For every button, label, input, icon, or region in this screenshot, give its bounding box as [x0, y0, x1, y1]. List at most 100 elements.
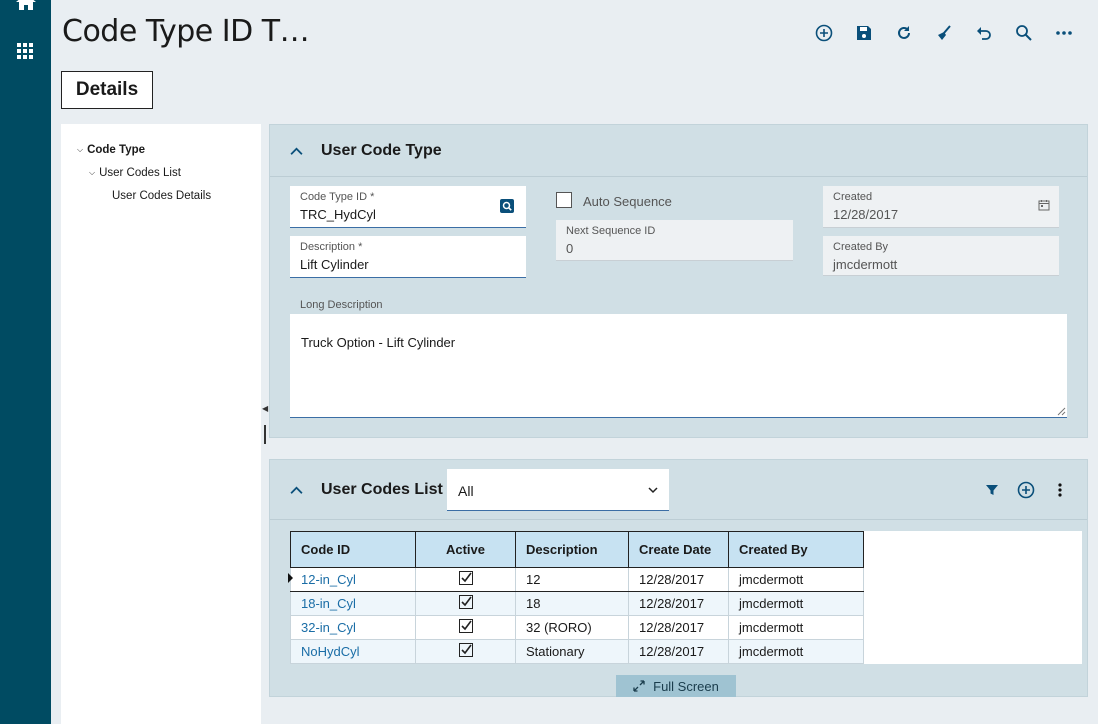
column-header[interactable]: Active	[415, 531, 516, 568]
table-row[interactable]: 12-in_Cyl 12 12/28/2017 jmcdermott	[290, 567, 864, 592]
description-cell: 32 (RORO)	[515, 615, 629, 640]
created-by-cell: jmcdermott	[728, 567, 864, 592]
table-row[interactable]: NoHydCyl Stationary 12/28/2017 jmcdermott	[290, 639, 864, 664]
current-row-marker-icon	[288, 573, 293, 583]
tree-item-user-codes-details[interactable]: User Codes Details	[112, 190, 211, 202]
select-value: All	[458, 483, 474, 499]
checked-box-icon	[458, 643, 473, 657]
description-cell: 12	[515, 567, 629, 592]
code-id-link[interactable]: 32-in_Cyl	[290, 615, 416, 640]
column-header[interactable]: Created By	[728, 531, 864, 568]
auto-sequence-label: Auto Sequence	[583, 194, 672, 209]
undo-button[interactable]	[964, 22, 1004, 44]
resize-grip-icon[interactable]	[1057, 407, 1066, 416]
field-value: Lift Cylinder	[300, 257, 369, 272]
pane-splitter[interactable]	[264, 425, 266, 444]
code-type-id-field[interactable]: Code Type ID * TRC_HydCyl	[290, 186, 526, 228]
add-row-button[interactable]	[1009, 480, 1043, 500]
field-value: 12/28/2017	[833, 207, 899, 222]
create-date-cell: 12/28/2017	[628, 639, 729, 664]
active-checkbox[interactable]	[415, 615, 516, 640]
collapse-arrow-icon[interactable]: ◀	[262, 404, 268, 413]
undo-icon	[977, 27, 991, 40]
field-value: 0	[566, 241, 574, 256]
chevron-down-icon: ⌵	[89, 168, 96, 177]
field-value: TRC_HydCyl	[300, 207, 376, 222]
field-label: Next Sequence ID	[566, 225, 656, 237]
add-circle-icon	[815, 24, 833, 42]
active-checkbox[interactable]	[415, 639, 516, 664]
field-label: Description *	[300, 241, 363, 253]
field-value: jmcdermott	[833, 257, 898, 272]
active-checkbox[interactable]	[415, 567, 516, 592]
next-sequence-field: Next Sequence ID 0	[556, 220, 793, 261]
home-icon[interactable]	[16, 0, 36, 10]
calendar-icon	[1038, 200, 1050, 211]
tab-details[interactable]: Details	[61, 71, 153, 109]
chevron-down-icon: ⌵	[77, 145, 84, 154]
chevron-up-icon[interactable]	[290, 143, 306, 159]
column-header[interactable]: Create Date	[628, 531, 729, 568]
chevron-down-icon	[648, 487, 658, 494]
add-button[interactable]	[804, 22, 844, 44]
navigation-tree: ⌵ Code Type ⌵ User Codes List User Codes…	[61, 124, 261, 724]
filter-button[interactable]	[975, 480, 1009, 500]
code-id-link[interactable]: NoHydCyl	[290, 639, 416, 664]
column-header[interactable]: Code ID	[290, 531, 416, 568]
clear-button[interactable]	[924, 22, 964, 44]
list-filter-select[interactable]: All	[447, 469, 669, 511]
long-description-textarea[interactable]: Truck Option - Lift Cylinder	[290, 314, 1067, 418]
tree-item-user-codes-list[interactable]: ⌵ User Codes List	[89, 167, 181, 179]
save-button[interactable]	[844, 22, 884, 44]
column-header[interactable]: Description	[515, 531, 629, 568]
full-screen-button[interactable]: Full Screen	[616, 675, 736, 697]
more-vertical-icon	[1058, 483, 1062, 497]
more-button[interactable]	[1044, 22, 1084, 44]
long-description-label: Long Description	[300, 299, 383, 311]
create-date-cell: 12/28/2017	[628, 567, 729, 592]
created-by-cell: jmcdermott	[728, 615, 864, 640]
search-button[interactable]	[1004, 22, 1044, 44]
description-field[interactable]: Description * Lift Cylinder	[290, 236, 526, 278]
grid-toolbar	[975, 480, 1077, 500]
description-cell: Stationary	[515, 639, 629, 664]
lookup-icon[interactable]	[500, 199, 514, 213]
create-date-cell: 12/28/2017	[628, 615, 729, 640]
table-row[interactable]: 32-in_Cyl 32 (RORO) 12/28/2017 jmcdermott	[290, 615, 864, 640]
created-by-cell: jmcdermott	[728, 639, 864, 664]
toolbar	[804, 22, 1084, 44]
apps-grid-icon[interactable]	[17, 43, 33, 59]
panel-title: User Code Type	[321, 141, 442, 159]
filter-icon	[986, 485, 998, 495]
more-horizontal-icon	[1056, 31, 1072, 35]
code-id-link[interactable]: 12-in_Cyl	[290, 567, 416, 592]
tree-item-label: User Codes Details	[112, 190, 212, 202]
broom-icon	[938, 25, 951, 40]
checked-box-icon	[458, 619, 473, 633]
table-row[interactable]: 18-in_Cyl 18 12/28/2017 jmcdermott	[290, 591, 864, 616]
refresh-button[interactable]	[884, 22, 924, 44]
page-title: Code Type ID T…	[62, 14, 310, 49]
panel-header: User Codes List	[270, 460, 1087, 520]
code-id-link[interactable]: 18-in_Cyl	[290, 591, 416, 616]
tree-item-code-type[interactable]: ⌵ Code Type	[77, 144, 145, 156]
grid-more-button[interactable]	[1043, 480, 1077, 500]
table-header-row: Code ID Active Description Create Date C…	[290, 531, 864, 568]
full-screen-label: Full Screen	[653, 678, 719, 694]
checked-box-icon	[458, 571, 473, 585]
long-description-value: Truck Option - Lift Cylinder	[301, 335, 456, 350]
tree-item-label: User Codes List	[99, 167, 181, 179]
chevron-up-icon[interactable]	[290, 482, 306, 498]
search-icon	[1016, 25, 1032, 41]
panel-title: User Codes List	[321, 480, 443, 498]
create-date-cell: 12/28/2017	[628, 591, 729, 616]
nav-rail	[0, 0, 51, 724]
auto-sequence-checkbox[interactable]	[556, 192, 572, 208]
description-cell: 18	[515, 591, 629, 616]
checked-box-icon	[458, 595, 473, 609]
created-field: Created 12/28/2017	[823, 186, 1059, 228]
active-checkbox[interactable]	[415, 591, 516, 616]
save-icon	[857, 26, 871, 40]
refresh-icon	[898, 26, 910, 39]
tree-item-label: Code Type	[87, 144, 146, 156]
